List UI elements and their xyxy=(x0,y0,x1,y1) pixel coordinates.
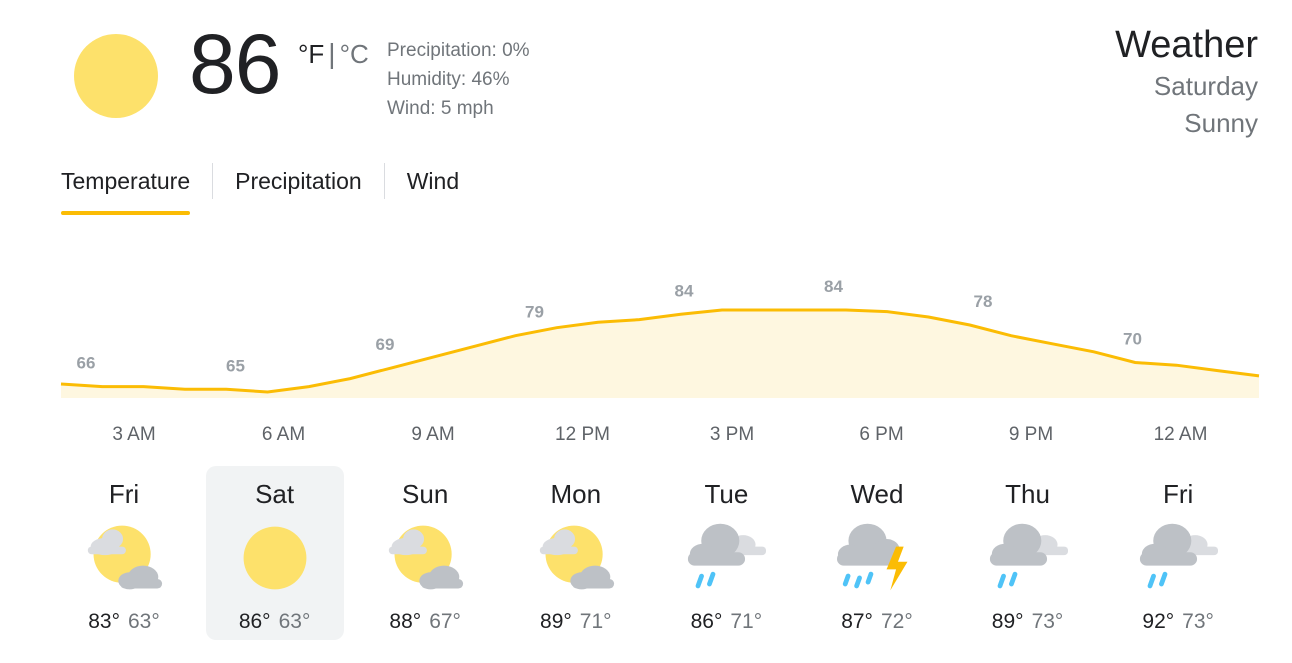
temperature-area xyxy=(61,310,1259,398)
partly-cloudy-icon xyxy=(388,525,464,590)
day-name: Wed xyxy=(850,479,904,509)
current-day: Saturday xyxy=(1153,71,1258,101)
temperature-label: 70 xyxy=(1123,330,1142,349)
current-stats: Precipitation: 0% Humidity: 46% Wind: 5 … xyxy=(387,36,530,123)
forecast-day-sat[interactable]: Sat 86° 63° xyxy=(205,466,344,640)
day-temps: 86° 71° xyxy=(657,610,795,634)
high-temp: 83° xyxy=(88,610,120,633)
day-name: Sun xyxy=(402,479,449,509)
time-tick-label: 9 AM xyxy=(411,424,454,440)
high-temp: 87° xyxy=(841,610,873,633)
rain-cloud-icon xyxy=(989,523,1068,589)
tab-bar: Temperature Precipitation Wind xyxy=(61,163,481,215)
time-tick-label: 3 AM xyxy=(112,424,155,440)
time-tick-label: 9 PM xyxy=(1009,424,1053,440)
temperature-label: 84 xyxy=(675,281,694,300)
daily-forecast: Fri 83° 63° Sat 86° 63° Sun 88° 67° Mon 89° 71° Tue 8… xyxy=(55,466,1260,640)
temperature-chart: 66 65 69 79 84 84 78 70 3 AM 6 AM 9 AM 12 PM 3 PM 6 P… xyxy=(60,277,1260,440)
rain-cloud-icon xyxy=(1140,523,1219,589)
forecast-day-fri[interactable]: Fri 83° 63° xyxy=(55,466,193,640)
temperature-label: 78 xyxy=(974,292,993,311)
low-temp: 67° xyxy=(429,610,461,633)
low-temp: 73° xyxy=(1031,610,1064,633)
low-temp: 63° xyxy=(128,610,160,633)
forecast-day-wed[interactable]: Wed 87° 72° xyxy=(808,466,946,640)
day-temps: 89° 73° xyxy=(959,610,1097,634)
page-title: Weather xyxy=(1115,24,1258,66)
unit-celsius[interactable]: °C xyxy=(340,39,369,69)
time-tick-label: 3 PM xyxy=(710,424,754,440)
forecast-day-sun[interactable]: Sun 88° 67° xyxy=(356,466,494,640)
day-name: Fri xyxy=(1162,479,1194,509)
day-temps: 88° 67° xyxy=(356,610,494,634)
unit-separator: | xyxy=(328,38,336,69)
day-temps: 83° 63° xyxy=(55,610,193,634)
low-temp: 73° xyxy=(1182,610,1214,633)
low-temp: 72° xyxy=(880,610,913,633)
temperature-label: 84 xyxy=(824,277,843,296)
temperature-label: 65 xyxy=(226,356,245,375)
sun-icon xyxy=(243,526,307,590)
rain-cloud-icon xyxy=(688,523,767,589)
time-tick-label: 6 AM xyxy=(262,424,305,440)
unit-toggle: °F | °C xyxy=(298,38,369,70)
time-tick-label: 12 AM xyxy=(1154,424,1208,440)
day-temps: 92° 73° xyxy=(1109,610,1247,634)
forecast-day-mon[interactable]: Mon 89° 71° xyxy=(507,466,645,640)
time-tick-label: 12 PM xyxy=(555,424,610,440)
current-condition: Sunny xyxy=(1184,108,1258,138)
sun-icon xyxy=(74,34,158,118)
unit-fahrenheit[interactable]: °F xyxy=(298,39,324,69)
forecast-day-fri[interactable]: Fri 92° 73° xyxy=(1109,466,1247,640)
day-name: Sat xyxy=(255,479,295,509)
partly-cloudy-icon xyxy=(539,525,614,590)
low-temp: 71° xyxy=(730,610,763,633)
tab-wind[interactable]: Wind xyxy=(385,163,481,199)
partly-cloudy-icon xyxy=(87,525,163,590)
wind-stat: Wind: 5 mph xyxy=(387,98,494,119)
day-temps: 87° 72° xyxy=(808,610,946,634)
time-tick-label: 6 PM xyxy=(859,424,903,440)
low-temp: 63° xyxy=(278,610,311,633)
high-temp: 89° xyxy=(540,610,572,633)
day-name: Tue xyxy=(704,479,749,509)
forecast-day-tue[interactable]: Tue 86° 71° xyxy=(657,466,795,640)
high-temp: 92° xyxy=(1142,610,1175,633)
day-name: Mon xyxy=(550,479,602,509)
temperature-label: 66 xyxy=(77,354,96,373)
forecast-day-thu[interactable]: Thu 89° 73° xyxy=(959,466,1097,640)
weather-header: Weather Saturday Sunny xyxy=(1115,22,1258,142)
day-name: Thu xyxy=(1005,479,1050,509)
tab-precipitation[interactable]: Precipitation xyxy=(213,163,384,199)
high-temp: 89° xyxy=(991,610,1024,633)
temperature-label: 79 xyxy=(525,303,544,322)
precipitation-stat: Precipitation: 0% xyxy=(387,40,530,61)
low-temp: 71° xyxy=(579,610,612,633)
day-name: Fri xyxy=(108,479,140,509)
high-temp: 88° xyxy=(389,610,422,633)
day-temps: 89° 71° xyxy=(507,610,645,634)
tab-temperature[interactable]: Temperature xyxy=(61,163,212,215)
high-temp: 86° xyxy=(238,610,271,633)
humidity-stat: Humidity: 46% xyxy=(387,69,510,90)
thunderstorm-icon xyxy=(836,523,908,591)
high-temp: 86° xyxy=(690,610,723,633)
temperature-label: 69 xyxy=(376,335,395,354)
current-temperature: 86 xyxy=(189,17,281,111)
day-temps: 86° 63° xyxy=(206,610,344,634)
